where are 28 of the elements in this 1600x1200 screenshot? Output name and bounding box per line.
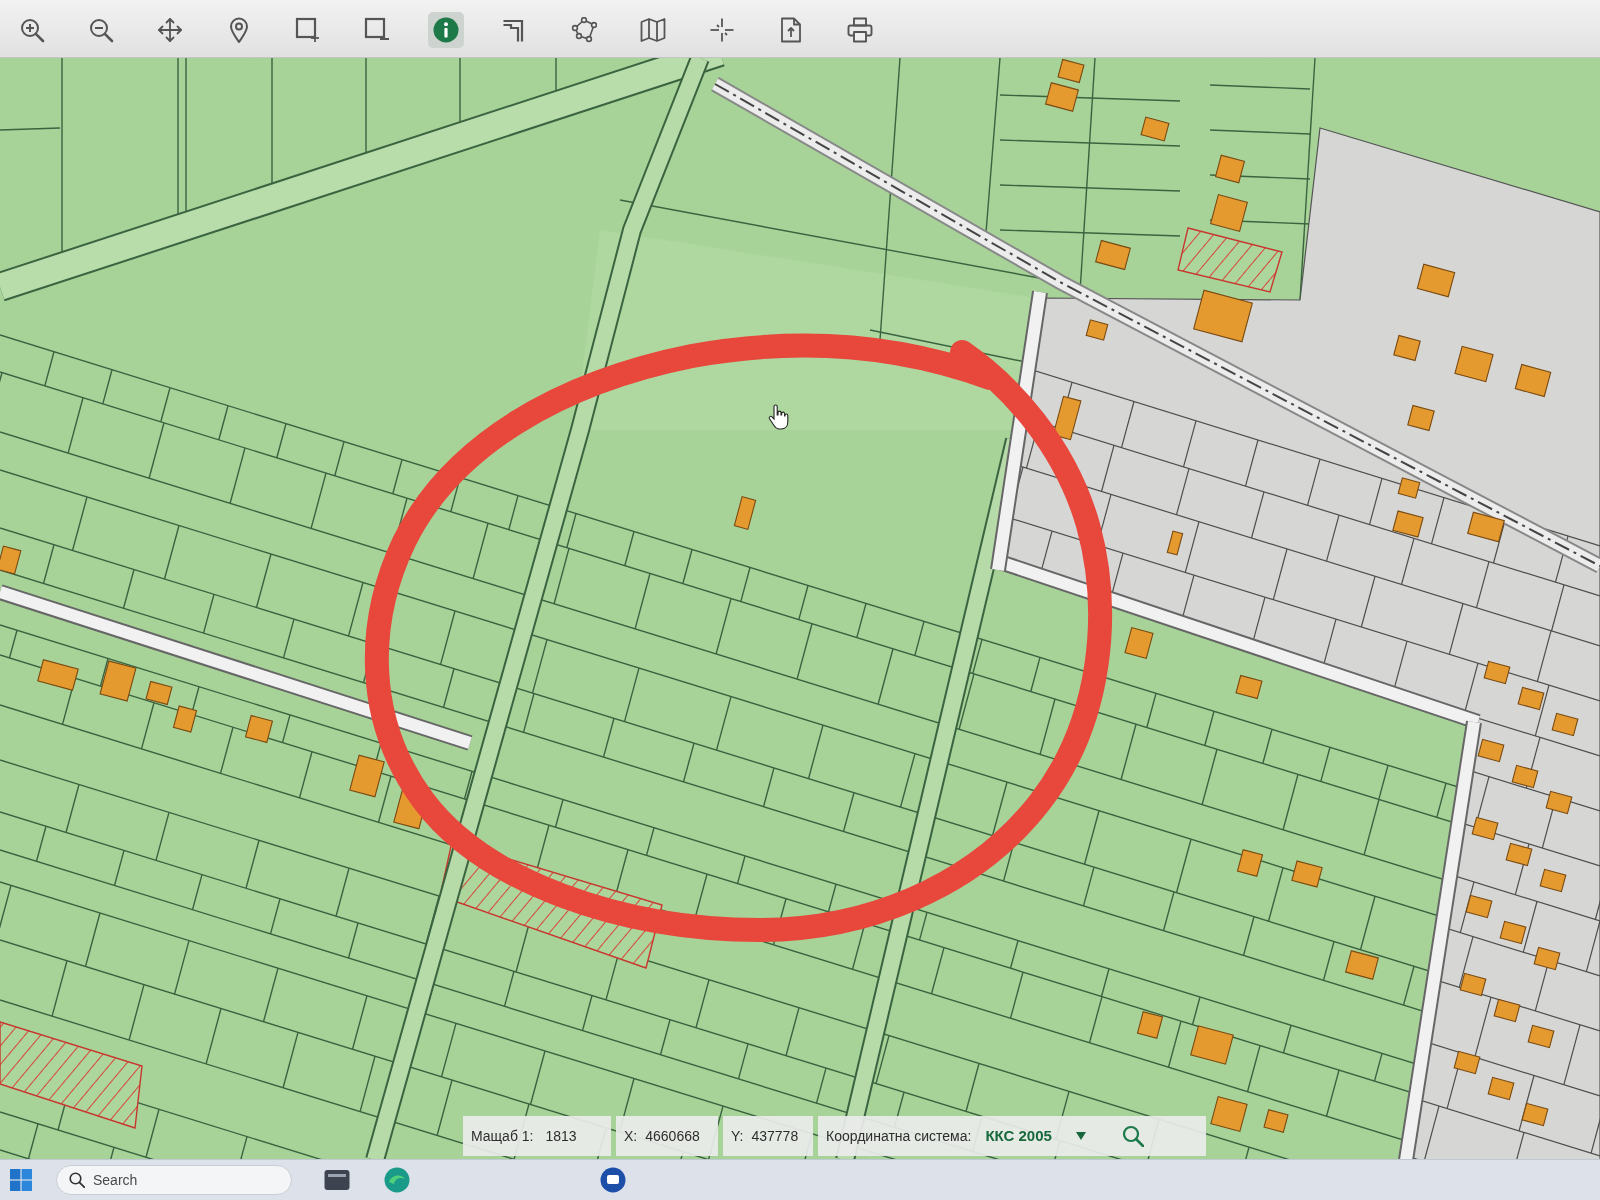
move-arrows-icon — [157, 17, 183, 43]
square-plus-icon — [295, 17, 321, 43]
square-minus-icon — [364, 17, 390, 43]
x-coordinate-value: 4660668 — [645, 1126, 700, 1146]
cadastral-map-drawing[interactable] — [0, 58, 1600, 1159]
search-icon — [69, 1172, 85, 1188]
caret-icon — [1075, 1132, 1086, 1140]
search-icon[interactable] — [1121, 1125, 1144, 1147]
crosshair-icon — [709, 17, 735, 43]
zoom-out-icon — [88, 17, 114, 43]
coordinate-system-label: Координатна система: — [826, 1126, 972, 1146]
taskbar-search-field[interactable]: Search — [56, 1165, 292, 1195]
hand-cursor-icon — [768, 404, 789, 430]
app-tile-icon[interactable] — [324, 1167, 350, 1193]
page-arrow-icon — [778, 17, 804, 43]
printer-icon — [847, 17, 873, 43]
round-app-icon[interactable] — [600, 1167, 626, 1193]
zoom-in-icon — [19, 17, 45, 43]
folded-map-icon — [640, 17, 666, 43]
info-button[interactable] — [428, 12, 464, 48]
y-coordinate-value: 437778 — [751, 1126, 799, 1146]
y-coordinate-label: Y: — [731, 1126, 744, 1146]
coordinate-system-dropdown[interactable]: ККС 2005 — [983, 1124, 1088, 1148]
info-icon — [433, 17, 459, 43]
x-coordinate-label: X: — [624, 1126, 638, 1146]
polygon-icon — [571, 17, 597, 43]
scale-label: Мащаб 1: — [471, 1126, 534, 1146]
scale-value: 1813 — [545, 1126, 577, 1146]
